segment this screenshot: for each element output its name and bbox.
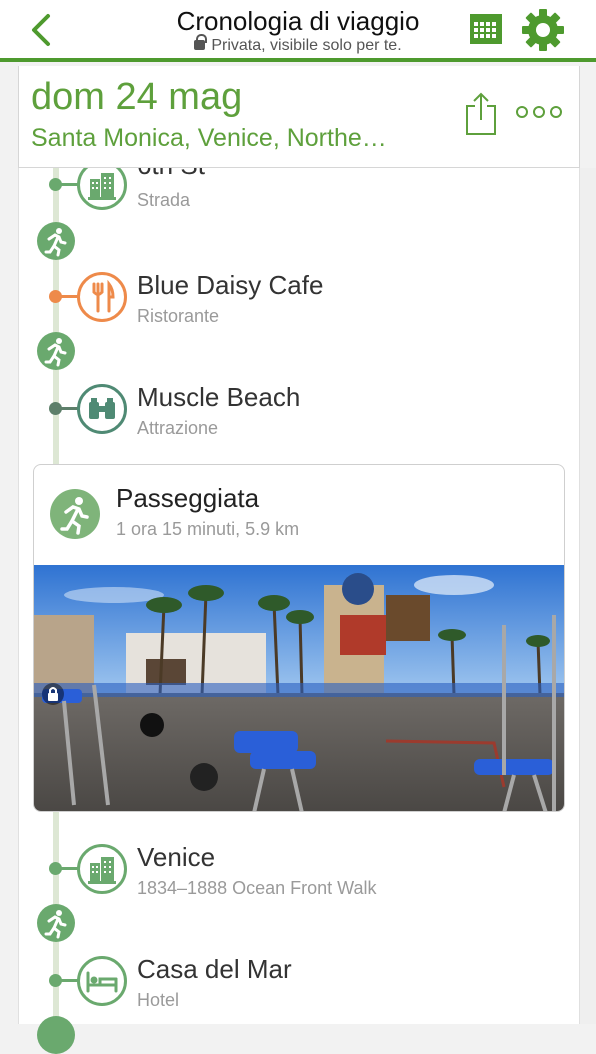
privacy-text: Privata, visibile solo per te. bbox=[211, 37, 402, 54]
walking-icon bbox=[37, 904, 75, 942]
place-kind: Ristorante bbox=[137, 306, 220, 326]
gear-icon[interactable] bbox=[521, 8, 565, 52]
timeline-item[interactable]: Muscle Beach Attrazione bbox=[19, 372, 581, 442]
place-kind: Strada bbox=[137, 190, 191, 210]
privacy-subtitle: Privata, visibile solo per te. bbox=[0, 34, 596, 55]
scrollbar[interactable] bbox=[580, 168, 596, 1024]
place-kind: Attrazione bbox=[137, 418, 219, 438]
lock-icon bbox=[194, 34, 208, 50]
timeline[interactable]: 6th St Strada Blue Daisy Cafe Ristorante… bbox=[18, 150, 581, 1054]
place-name: Casa del Mar bbox=[137, 954, 292, 984]
timeline-item[interactable]: Venice 1834–1888 Ocean Front Walk bbox=[19, 832, 581, 902]
lock-icon bbox=[42, 683, 64, 705]
share-icon[interactable] bbox=[463, 92, 499, 136]
walk-card[interactable]: Passeggiata 1 ora 15 minuti, 5.9 km bbox=[33, 464, 565, 812]
walking-icon bbox=[37, 1016, 75, 1054]
walking-icon bbox=[37, 222, 75, 260]
day-title: dom 24 mag bbox=[31, 76, 243, 118]
top-bar: Cronologia di viaggio Privata, visibile … bbox=[0, 0, 596, 62]
place-name: Muscle Beach bbox=[137, 382, 301, 412]
place-kind: Hotel bbox=[137, 990, 180, 1010]
walking-icon bbox=[37, 332, 75, 370]
walk-title: Passeggiata bbox=[116, 483, 260, 513]
walking-icon bbox=[50, 489, 100, 539]
day-places: Santa Monica, Venice, Northe… bbox=[31, 124, 387, 152]
building-icon bbox=[77, 844, 127, 894]
walk-details: 1 ora 15 minuti, 5.9 km bbox=[116, 519, 300, 539]
place-name: Venice bbox=[137, 842, 216, 872]
bed-icon bbox=[77, 956, 127, 1006]
fork-knife-icon bbox=[77, 272, 127, 322]
walk-photo[interactable] bbox=[34, 565, 565, 812]
day-header: dom 24 mag Santa Monica, Venice, Northe… bbox=[18, 66, 580, 168]
binoculars-icon bbox=[77, 384, 127, 434]
timeline-item[interactable]: Casa del Mar Hotel bbox=[19, 944, 581, 1014]
page-title: Cronologia di viaggio bbox=[176, 6, 420, 36]
calendar-icon[interactable] bbox=[469, 13, 503, 45]
place-address: 1834–1888 Ocean Front Walk bbox=[137, 878, 377, 898]
more-options-icon[interactable] bbox=[516, 104, 562, 120]
timeline-item[interactable]: Blue Daisy Cafe Ristorante bbox=[19, 262, 581, 332]
place-name: Blue Daisy Cafe bbox=[137, 270, 324, 300]
